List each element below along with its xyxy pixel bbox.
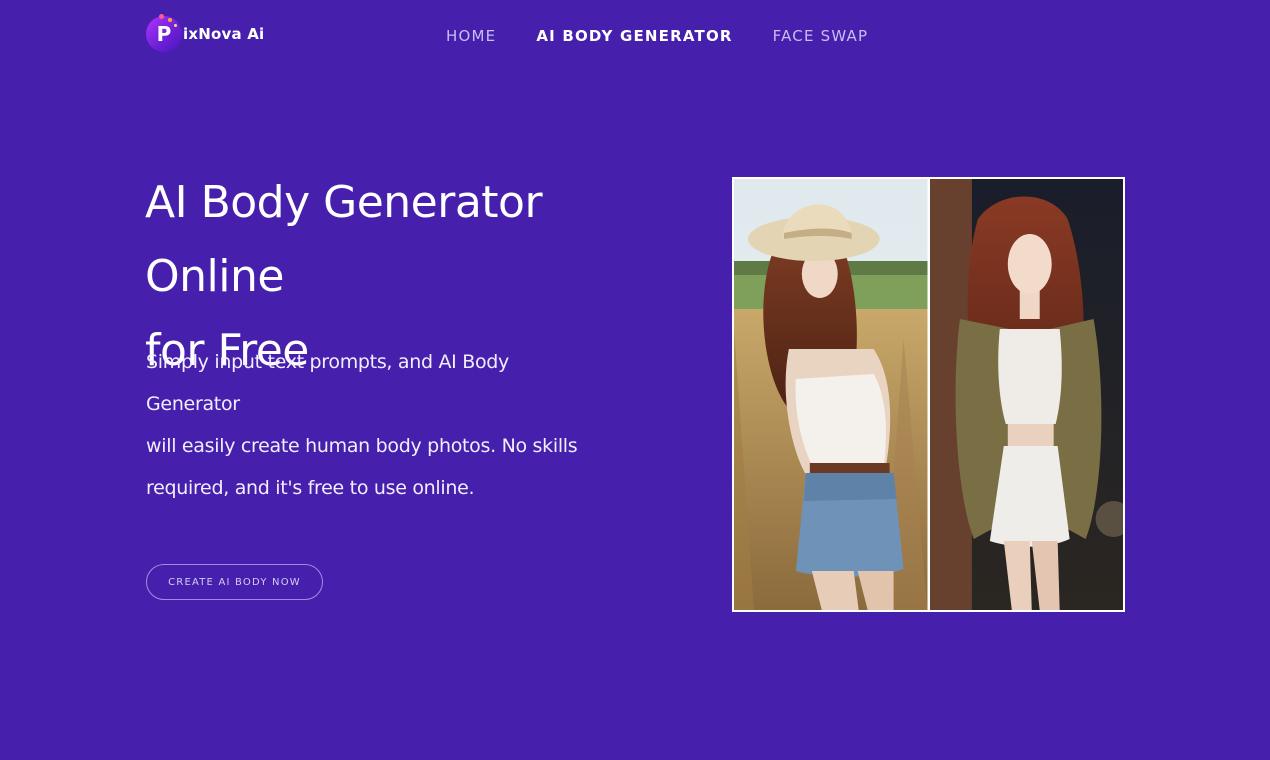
- nav-home[interactable]: HOME: [446, 27, 496, 45]
- main-nav: HOME AI BODY GENERATOR FACE SWAP: [446, 27, 868, 45]
- page-title-line-1: AI Body Generator Online: [145, 177, 543, 302]
- photo-field-woman: [734, 179, 928, 610]
- hero-description-line-1: Simply input text prompts, and AI Body G…: [146, 351, 509, 415]
- hero-description-line-3: required, and it's free to use online.: [146, 477, 475, 499]
- photo-street-woman: [929, 179, 1123, 610]
- showcase-photo-left: [734, 179, 928, 610]
- showcase-photo-right: [929, 179, 1123, 610]
- nav-ai-body-generator[interactable]: AI BODY GENERATOR: [536, 27, 732, 45]
- create-ai-body-button[interactable]: CREATE AI BODY NOW: [146, 564, 323, 600]
- logo-text: ixNova Ai: [183, 25, 265, 43]
- logo-mark-letter: P: [156, 22, 172, 46]
- hero-description: Simply input text prompts, and AI Body G…: [146, 341, 606, 509]
- logo-mark-icon: P: [146, 14, 182, 52]
- showcase-image: [732, 177, 1125, 612]
- site-header: P ixNova Ai HOME AI BODY GENERATOR FACE …: [0, 0, 1270, 76]
- nav-face-swap[interactable]: FACE SWAP: [773, 27, 869, 45]
- hero-description-line-2: will easily create human body photos. No…: [146, 435, 578, 457]
- pixnova-logo[interactable]: P ixNova Ai: [146, 14, 265, 53]
